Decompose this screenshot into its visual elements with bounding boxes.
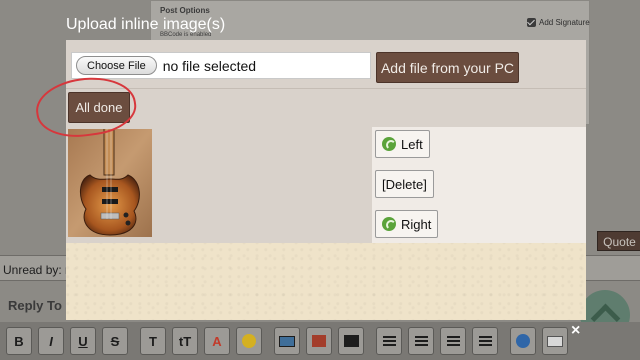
upload-image-icon[interactable]: [306, 327, 332, 355]
image-row: Left [Delete] Right: [66, 127, 586, 243]
file-select-row: Choose File no file selected Add file fr…: [66, 40, 586, 89]
rotate-right-label: Right: [401, 216, 432, 232]
email-icon[interactable]: [542, 327, 568, 355]
italic-button[interactable]: I: [38, 327, 64, 355]
rotate-right-icon: [382, 217, 396, 231]
signature-label: Add Signature: [539, 18, 590, 27]
upload-modal: Choose File no file selected Add file fr…: [66, 40, 586, 320]
justify-icon[interactable]: [472, 327, 498, 355]
video-icon[interactable]: [338, 327, 364, 355]
align-center-icon[interactable]: [408, 327, 434, 355]
editor-toolbar: B I U S T tT A: [0, 322, 640, 360]
file-input[interactable]: Choose File no file selected: [71, 52, 371, 79]
bold-button[interactable]: B: [6, 327, 32, 355]
font-size-button[interactable]: tT: [172, 327, 198, 355]
delete-button[interactable]: [Delete]: [375, 170, 434, 198]
image-icon[interactable]: [274, 327, 300, 355]
link-icon[interactable]: [510, 327, 536, 355]
font-color-button[interactable]: A: [204, 327, 230, 355]
image-actions: Left [Delete] Right: [372, 127, 586, 243]
signature-checkbox[interactable]: [527, 18, 536, 27]
close-icon[interactable]: ×: [571, 322, 580, 340]
rotate-left-label: Left: [401, 136, 423, 152]
rotate-left-button[interactable]: Left: [375, 130, 430, 158]
no-file-text: no file selected: [162, 57, 257, 74]
unread-label: Unread by: r: [3, 263, 70, 277]
rotate-left-icon: [382, 137, 396, 151]
post-options-heading: Post Options: [160, 6, 210, 15]
image-cell: [66, 127, 372, 243]
strikethrough-button[interactable]: S: [102, 327, 128, 355]
rotate-right-button[interactable]: Right: [375, 210, 439, 238]
font-button[interactable]: T: [140, 327, 166, 355]
choose-file-button[interactable]: Choose File: [76, 56, 157, 75]
add-file-button[interactable]: Add file from your PC: [376, 52, 519, 83]
delete-label: [Delete]: [382, 176, 427, 192]
all-done-row: All done: [66, 89, 586, 127]
modal-title: Upload inline image(s): [66, 16, 226, 33]
smiley-icon[interactable]: [236, 327, 262, 355]
reply-heading: Reply To: [8, 298, 62, 313]
underline-button[interactable]: U: [70, 327, 96, 355]
quote-button[interactable]: Quote: [597, 231, 640, 251]
align-right-icon[interactable]: [440, 327, 466, 355]
guitar-thumbnail: [68, 129, 152, 237]
align-left-icon[interactable]: [376, 327, 402, 355]
add-signature-option[interactable]: Add Signature: [527, 18, 590, 27]
